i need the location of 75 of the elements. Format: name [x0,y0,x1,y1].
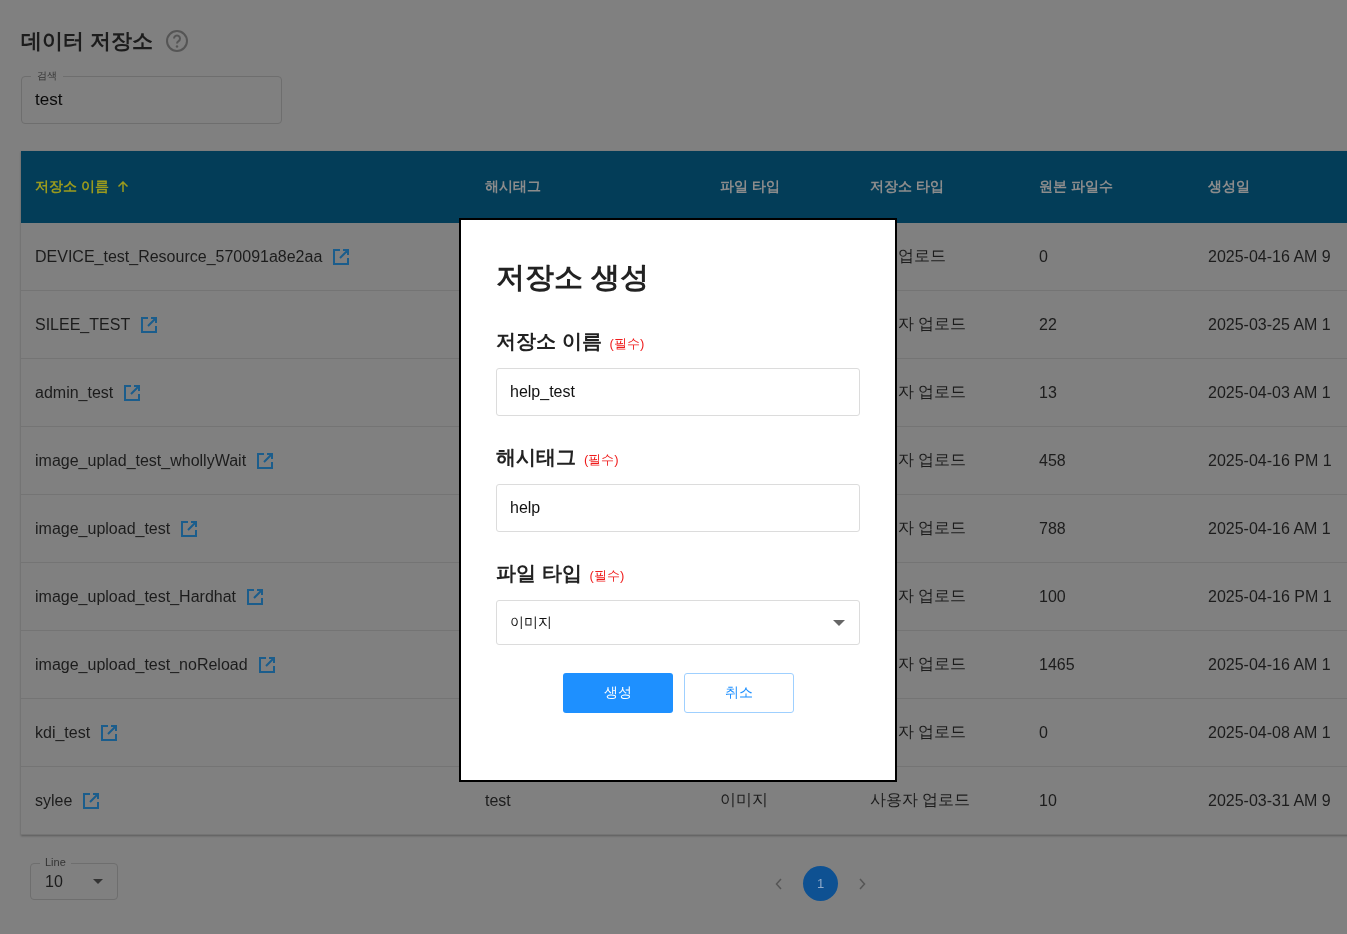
dialog-title: 저장소 생성 [496,260,651,295]
external-link-icon[interactable] [246,587,265,606]
table-cell: 13 [1039,383,1057,401]
page-button[interactable]: 1 [803,866,838,901]
rows-per-page-label: Line [40,856,71,869]
table-cell: 자 업로드 [898,519,967,536]
external-link-icon[interactable] [332,247,351,266]
table-cell: 자 업로드 [898,383,967,400]
table-cell[interactable]: sylee [35,791,73,810]
table-cell: 788 [1039,519,1066,537]
table-cell[interactable]: SILEE_TEST [35,315,131,334]
table-cell[interactable]: image_upload_test [35,519,171,538]
column-header[interactable]: 해시태그 [485,178,720,196]
page-title: 데이터 저장소 [21,28,153,54]
help-icon[interactable] [164,29,189,53]
table-cell: 사용자 업로드 [870,791,971,808]
external-link-icon[interactable] [123,383,142,402]
next-page-icon[interactable] [858,877,866,890]
external-link-icon[interactable] [257,655,276,674]
table-cell: 2025-04-16 AM 1 [1208,655,1331,673]
table-cell: 자 업로드 [898,587,967,604]
table-cell[interactable]: image_upload_test_noReload [35,655,248,674]
field-label: 해시태그 [496,445,576,470]
table-cell[interactable]: image_upload_test_Hardhat [35,587,237,606]
table-cell: 자 업로드 [898,723,967,740]
select-field[interactable]: 이미지 [496,600,860,645]
column-header[interactable]: 생성일 [1208,178,1347,196]
table-cell: 자 업로드 [898,655,967,672]
create-button[interactable]: 생성 [562,673,673,713]
column-header[interactable]: 파일 타입 [720,178,870,196]
external-link-icon[interactable] [256,451,275,470]
table-cell: 1465 [1039,655,1075,673]
table-cell: 10 [1039,791,1057,809]
search-label: 검색 [31,69,63,82]
table-cell[interactable]: kdi_test [35,723,91,742]
table-cell[interactable]: image_uplad_test_whollyWait [35,451,247,470]
table-cell: 0 [1039,247,1048,265]
required-note: (필수) [609,335,645,353]
table-cell: 0 [1039,723,1048,741]
table-cell: 2025-04-16 AM 9 [1208,247,1331,265]
table-cell: 자 업로드 [898,451,967,468]
input-field[interactable]: help [496,484,860,532]
required-note: (필수) [589,567,625,585]
table-cell: 2025-04-08 AM 1 [1208,723,1331,741]
dropdown-caret-icon [93,879,103,884]
column-header[interactable]: 저장소 타입 [870,178,1039,196]
previous-page-icon[interactable] [775,877,783,890]
table-cell[interactable]: DEVICE_test_Resource_570091a8e2aa [35,247,323,266]
external-link-icon[interactable] [82,791,101,810]
table-cell: 2025-04-16 AM 1 [1208,519,1331,537]
table-cell: 업로드 [898,247,946,264]
table-cell: 2025-04-03 AM 1 [1208,383,1331,401]
field-label: 저장소 이름 [496,329,602,354]
external-link-icon[interactable] [100,723,119,742]
external-link-icon[interactable] [180,519,199,538]
table-cell: 2025-03-25 AM 1 [1208,315,1331,333]
dropdown-caret-icon [833,619,845,626]
table-cell: 100 [1039,587,1066,605]
table-cell: 458 [1039,451,1066,469]
column-header[interactable]: 저장소 이름 [21,178,485,196]
table-cell: 2025-03-31 AM 9 [1208,791,1331,809]
cancel-button[interactable]: 취소 [683,673,794,713]
sort-arrow-icon [116,181,129,193]
required-note: (필수) [584,451,619,469]
table-cell: 2025-04-16 PM 1 [1208,451,1332,469]
table-cell[interactable]: admin_test [35,383,114,402]
table-cell: test [485,791,511,809]
column-header[interactable]: 원본 파일수 [1039,178,1208,196]
table-cell: 22 [1039,315,1057,333]
table-cell: 이미지 [720,791,768,808]
table-cell: 자 업로드 [898,315,967,332]
field-label: 파일 타입 [496,561,582,586]
input-field[interactable]: help_test [496,368,860,416]
external-link-icon[interactable] [140,315,159,334]
table-cell: 2025-04-16 PM 1 [1208,587,1332,605]
